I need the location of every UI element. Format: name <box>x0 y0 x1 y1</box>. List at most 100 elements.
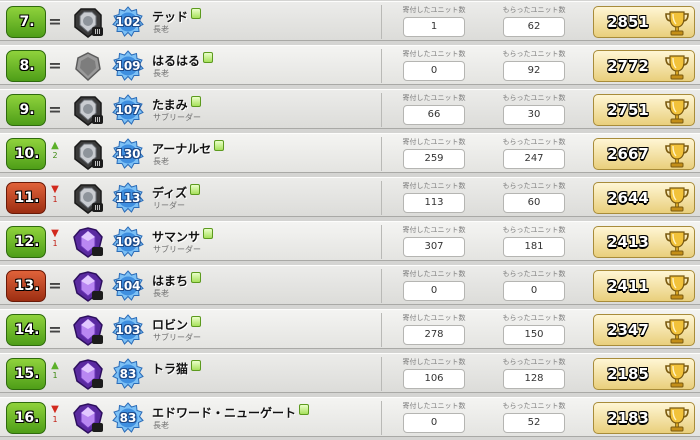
donated-label: 寄付したユニット数 <box>402 94 466 102</box>
league-badge-icon <box>71 269 105 303</box>
member-row[interactable]: 14. = 103 ロビン サブリーダー 寄付したユニット数 278 もらったユニット数 150… <box>0 309 700 349</box>
player-name[interactable]: ディズ <box>152 184 201 201</box>
rank-change: = <box>48 52 62 80</box>
xp-level: 130 <box>115 147 141 161</box>
league-badge-icon: III <box>71 137 105 171</box>
trophy-icon <box>663 405 691 433</box>
xp-level-badge: 103 <box>112 314 144 346</box>
member-row[interactable]: 9. = III 107 たまみ サブリーダー 寄付したユニット数 66 もらったユニット数 30… <box>0 89 700 129</box>
rank-change: ▲ 1 <box>48 360 62 388</box>
league-badge-icon <box>71 49 105 83</box>
player-name[interactable]: アーナルセ <box>152 140 225 157</box>
trophy-count: 2183 <box>607 409 649 427</box>
xp-level-badge: 83 <box>112 402 144 434</box>
xp-level: 83 <box>119 411 137 425</box>
donated-value: 113 <box>403 193 465 213</box>
rank-up-arrow-icon: ▲ <box>51 140 59 151</box>
trophy-icon <box>663 229 691 257</box>
trophy-count-box: 2411 <box>593 270 695 302</box>
member-row[interactable]: 8. = 109 はるはる 長老 寄付したユニット数 0 もらったユニット数 92 2772 <box>0 45 700 85</box>
player-role: サブリーダー <box>153 333 201 342</box>
player-name[interactable]: サマンサ <box>152 228 214 245</box>
xp-level-badge: 83 <box>112 358 144 390</box>
received-label: もらったユニット数 <box>502 270 566 278</box>
league-badge-icon: III <box>71 93 105 127</box>
player-role: 長老 <box>153 289 169 298</box>
xp-level-badge: 130 <box>112 138 144 170</box>
received-label: もらったユニット数 <box>502 6 566 14</box>
rank-badge: 12. <box>6 226 46 258</box>
member-row[interactable]: 10. ▲ 2 III 130 アーナルセ 長老 寄付したユニット数 259 もらったユニット数 2… <box>0 133 700 173</box>
trophy-count-box: 2185 <box>593 358 695 390</box>
rank-badge: 8. <box>6 50 46 82</box>
received-label: もらったユニット数 <box>502 358 566 366</box>
received-value: 247 <box>503 149 565 169</box>
league-badge-icon: III <box>71 5 105 39</box>
rank-down-arrow-icon: ▼ <box>51 228 59 239</box>
rank-unchanged-icon: = <box>48 56 62 75</box>
member-row[interactable]: 16. ▼ 1 83 エドワード・ニューゲート 長老 寄付したユニット数 0 もらったユニット数… <box>0 397 700 437</box>
received-label: もらったユニット数 <box>502 94 566 102</box>
xp-level: 104 <box>115 279 141 293</box>
chat-icon <box>191 272 202 283</box>
trophy-count: 2347 <box>607 321 649 339</box>
member-row[interactable]: 13. = 104 はまち 長老 寄付したユニット数 0 もらったユニット数 0 2411 <box>0 265 700 305</box>
member-row[interactable]: 12. ▼ 1 109 サマンサ サブリーダー 寄付したユニット数 307 もらったユニット数 1… <box>0 221 700 261</box>
donated-label: 寄付したユニット数 <box>402 314 466 322</box>
player-name[interactable]: トラ猫 <box>152 360 202 377</box>
rank-unchanged-icon: = <box>48 12 62 31</box>
rank-down-arrow-icon: ▼ <box>51 404 59 415</box>
trophy-count-box: 2772 <box>593 50 695 82</box>
player-name[interactable]: エドワード・ニューゲート <box>152 404 310 421</box>
rank-change: = <box>48 96 62 124</box>
player-role: サブリーダー <box>153 245 201 254</box>
player-name[interactable]: ロビン <box>152 316 202 333</box>
rank-number: 8. <box>19 58 35 74</box>
svg-text:III: III <box>94 204 100 212</box>
member-row[interactable]: 7. = III 102 テッド 長老 寄付したユニット数 1 もらったユニット数 62 2851 <box>0 1 700 41</box>
received-value: 92 <box>503 61 565 81</box>
svg-text:III: III <box>94 116 100 124</box>
donated-label: 寄付したユニット数 <box>402 6 466 14</box>
player-name-text: エドワード・ニューゲート <box>152 406 297 420</box>
trophy-count: 2644 <box>607 189 649 207</box>
received-label: もらったユニット数 <box>502 314 566 322</box>
member-row[interactable]: 15. ▲ 1 83 トラ猫 寄付したユニット数 106 もらったユニット数 128 2185 <box>0 353 700 393</box>
rank-number: 11. <box>14 190 40 206</box>
member-row[interactable]: 11. ▼ 1 III 113 ディズ リーダー 寄付したユニット数 113 もらったユニット数 6… <box>0 177 700 217</box>
rank-change: ▼ 1 <box>48 184 62 212</box>
received-value: 0 <box>503 281 565 301</box>
player-name[interactable]: はるはる <box>152 52 214 69</box>
rank-unchanged-icon: = <box>48 100 62 119</box>
player-name-text: サマンサ <box>152 230 201 244</box>
trophy-count: 2185 <box>607 365 649 383</box>
trophy-count: 2667 <box>607 145 649 163</box>
donated-value: 1 <box>403 17 465 37</box>
rank-number: 12. <box>14 234 40 250</box>
trophy-count: 2411 <box>607 277 649 295</box>
rank-change-amount: 1 <box>52 415 58 424</box>
received-value: 62 <box>503 17 565 37</box>
league-badge-icon <box>71 313 105 347</box>
player-name[interactable]: テッド <box>152 8 202 25</box>
league-badge-icon <box>71 225 105 259</box>
rank-change: ▼ 1 <box>48 404 62 432</box>
player-name[interactable]: たまみ <box>152 96 201 113</box>
player-name[interactable]: はまち <box>152 272 202 289</box>
player-role: サブリーダー <box>153 113 201 122</box>
donated-value: 66 <box>403 105 465 125</box>
player-name-text: アーナルセ <box>152 142 212 156</box>
received-value: 60 <box>503 193 565 213</box>
divider <box>381 93 382 127</box>
player-role: リーダー <box>153 201 185 210</box>
donated-value: 307 <box>403 237 465 257</box>
xp-level-badge: 109 <box>112 50 144 82</box>
xp-level: 83 <box>119 367 137 381</box>
trophy-icon <box>663 317 691 345</box>
received-value: 150 <box>503 325 565 345</box>
trophy-icon <box>663 273 691 301</box>
league-badge-icon <box>71 401 105 435</box>
xp-level: 109 <box>115 59 141 73</box>
trophy-count-box: 2667 <box>593 138 695 170</box>
divider <box>381 357 382 391</box>
